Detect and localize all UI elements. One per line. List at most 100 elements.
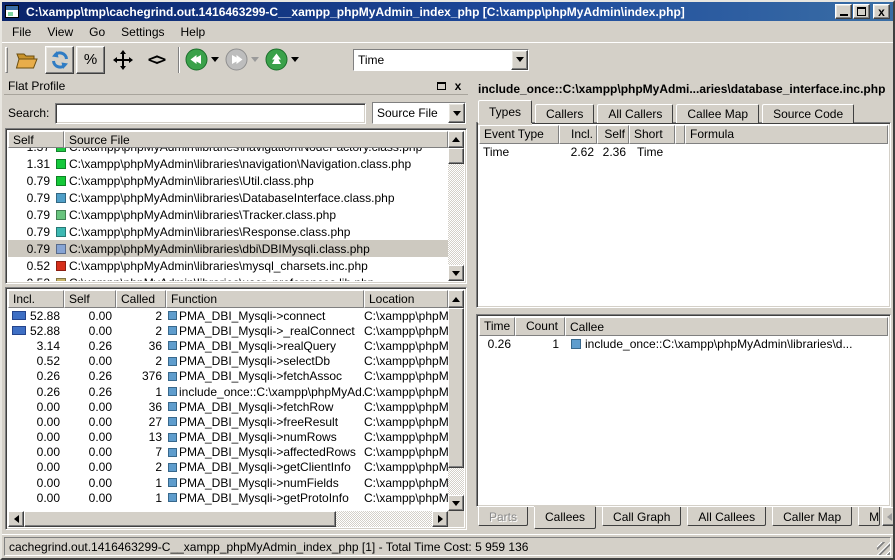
table-row[interactable]: 0.79C:\xampp\phpMyAdmin\libraries\Tracke… — [8, 206, 448, 223]
col-source-file[interactable]: Source File — [64, 131, 448, 148]
table-row[interactable]: 0.52C:\xampp\phpMyAdmin\libraries\mysql_… — [8, 257, 448, 274]
flat-profile-dock-header[interactable]: Flat Profile x — [4, 78, 468, 95]
scroll-up-button[interactable] — [448, 290, 464, 308]
event-type-combo[interactable]: Time — [353, 49, 529, 71]
col-called[interactable]: Called — [116, 290, 166, 308]
maximize-button[interactable] — [853, 4, 870, 19]
table-row[interactable]: 0.26 1 include_once::C:\xampp\phpMyAdmin… — [479, 336, 888, 352]
tab-all-callers[interactable]: All Callers — [597, 104, 673, 123]
function-table-hscrollbar[interactable] — [8, 511, 448, 527]
scrollbar-thumb[interactable] — [24, 511, 336, 527]
group-by-value: Source File — [373, 103, 448, 123]
col-self[interactable]: Self — [8, 131, 64, 148]
table-row[interactable]: 0.52C:\xampp\phpMyAdmin\libraries\user_p… — [8, 274, 448, 281]
scroll-up-button[interactable] — [448, 131, 464, 148]
file-list-vscrollbar[interactable] — [448, 148, 464, 281]
menu-view[interactable]: View — [39, 23, 81, 41]
tab-callee-map[interactable]: Callee Map — [676, 104, 759, 123]
minimize-button[interactable] — [835, 4, 852, 19]
relative-percent-button[interactable]: % — [76, 46, 105, 74]
scroll-down-button[interactable] — [448, 495, 464, 511]
function-name: PMA_DBI_Mysqli->getClientInfo — [179, 460, 351, 474]
table-row[interactable]: 0.000.0027PMA_DBI_Mysqli->freeResultC:\x… — [8, 414, 448, 429]
table-row-selected[interactable]: 0.79C:\xampp\phpMyAdmin\libraries\dbi\DB… — [8, 240, 448, 257]
scroll-down-button[interactable] — [448, 265, 464, 281]
arrow-down-icon — [452, 271, 460, 276]
table-row[interactable]: 0.000.002PMA_DBI_Mysqli->getClientInfoC:… — [8, 460, 448, 475]
group-by-combo[interactable]: Source File — [372, 102, 466, 124]
cycle-detection-button[interactable]: <> — [141, 46, 171, 74]
col-short[interactable]: Short — [629, 125, 675, 144]
col-incl[interactable]: Incl. — [559, 125, 597, 144]
table-row[interactable]: 0.000.0013PMA_DBI_Mysqli->numRowsC:\xamp… — [8, 430, 448, 445]
float-dock-button[interactable] — [434, 80, 448, 93]
self-cell: 0.79 — [8, 174, 54, 188]
tab-types[interactable]: Types — [478, 100, 532, 123]
function-icon — [168, 478, 177, 487]
table-row[interactable]: 52.880.002PMA_DBI_Mysqli->_realConnectC:… — [8, 323, 448, 338]
event-type-combo-arrow[interactable] — [511, 50, 528, 70]
col-self[interactable]: Self — [64, 290, 116, 308]
tab-source-code[interactable]: Source Code — [762, 104, 854, 123]
table-row[interactable]: 0.520.002PMA_DBI_Mysqli->selectDbC:\xamp… — [8, 354, 448, 369]
table-row[interactable]: 0.000.007PMA_DBI_Mysqli->affectedRowsC:\… — [8, 445, 448, 460]
title-bar[interactable]: C:\xampp\tmp\cachegrind.out.1416463299-C… — [2, 2, 893, 21]
col-event-type[interactable]: Event Type — [479, 125, 559, 144]
table-row[interactable]: 3.140.2636PMA_DBI_Mysqli->realQueryC:\xa… — [8, 338, 448, 353]
table-row[interactable]: 1.37C:\xampp\phpMyAdmin\libraries\naviga… — [8, 148, 448, 155]
table-row[interactable]: 0.79C:\xampp\phpMyAdmin\libraries\Databa… — [8, 189, 448, 206]
up-button[interactable] — [265, 48, 299, 71]
col-incl[interactable]: Incl. — [8, 290, 64, 308]
up-dropdown-icon[interactable] — [291, 57, 299, 62]
col-location[interactable]: Location — [364, 290, 448, 308]
forward-button[interactable] — [225, 48, 259, 71]
table-row[interactable]: 0.79 C:\xampp\phpMyAdmin\libraries\Util.c… — [8, 172, 448, 189]
table-row[interactable]: 0.79C:\xampp\phpMyAdmin\libraries\Respon… — [8, 223, 448, 240]
function-table-vscrollbar[interactable] — [448, 308, 464, 511]
scroll-left-button[interactable] — [8, 511, 24, 527]
toolbar-grip[interactable] — [5, 47, 8, 73]
open-file-button[interactable] — [11, 46, 43, 74]
menu-help[interactable]: Help — [173, 23, 214, 41]
col-function[interactable]: Function — [166, 290, 364, 308]
reload-button[interactable] — [45, 46, 74, 74]
search-input[interactable] — [55, 103, 366, 124]
move-arrows-icon — [112, 49, 134, 71]
resize-grip[interactable] — [877, 542, 890, 555]
table-row[interactable]: Time 2.62 2.36 Time — [479, 144, 888, 160]
table-row[interactable]: 0.000.001PMA_DBI_Mysqli->getProtoInfoC:\… — [8, 490, 448, 505]
table-row[interactable]: 0.260.261include_once::C:\xampp\phpMyAd.… — [8, 384, 448, 399]
tab-callers[interactable]: Callers — [535, 104, 594, 123]
file-path: C:\xampp\phpMyAdmin\libraries\Util.class… — [69, 174, 314, 188]
col-count[interactable]: Count — [515, 317, 565, 336]
col-time[interactable]: Time — [479, 317, 515, 336]
kcachegrind-window: C:\xampp\tmp\cachegrind.out.1416463299-C… — [0, 0, 895, 560]
tab-call-graph[interactable]: Call Graph — [602, 507, 681, 526]
scrollbar-thumb[interactable] — [448, 308, 464, 468]
location-cell: C:\xampp\phpMy — [364, 415, 448, 429]
back-dropdown-icon[interactable] — [211, 57, 219, 62]
group-by-combo-arrow[interactable] — [448, 103, 465, 123]
menu-settings[interactable]: Settings — [113, 23, 172, 41]
col-formula[interactable]: Formula — [685, 125, 888, 144]
back-button[interactable] — [185, 48, 219, 71]
col-self[interactable]: Self — [597, 125, 629, 144]
menu-file[interactable]: File — [4, 23, 39, 41]
expand-depth-button[interactable] — [107, 46, 139, 74]
table-row[interactable]: 0.260.26376PMA_DBI_Mysqli->fetchAssocC:\… — [8, 369, 448, 384]
tab-caller-map[interactable]: Caller Map — [772, 507, 852, 526]
scrollbar-thumb[interactable] — [448, 148, 464, 164]
table-row[interactable]: 1.31C:\xampp\phpMyAdmin\libraries\naviga… — [8, 155, 448, 172]
menu-go[interactable]: Go — [81, 23, 113, 41]
table-row[interactable]: 0.000.0036PMA_DBI_Mysqli->fetchRowC:\xam… — [8, 399, 448, 414]
close-dock-button[interactable]: x — [451, 80, 465, 93]
col-callee[interactable]: Callee — [565, 317, 888, 336]
table-row[interactable]: 52.880.002PMA_DBI_Mysqli->connectC:\xamp… — [8, 308, 448, 323]
tab-callees[interactable]: Callees — [534, 507, 596, 529]
tab-all-callees[interactable]: All Callees — [687, 507, 766, 526]
table-row[interactable]: 0.000.001PMA_DBI_Mysqli->numFieldsC:\xam… — [8, 475, 448, 490]
scroll-right-button[interactable] — [432, 511, 448, 527]
close-button[interactable]: x — [873, 4, 890, 19]
self-cell: 0.00 — [64, 476, 116, 490]
tab-machine-code[interactable]: Machine — [858, 507, 880, 526]
